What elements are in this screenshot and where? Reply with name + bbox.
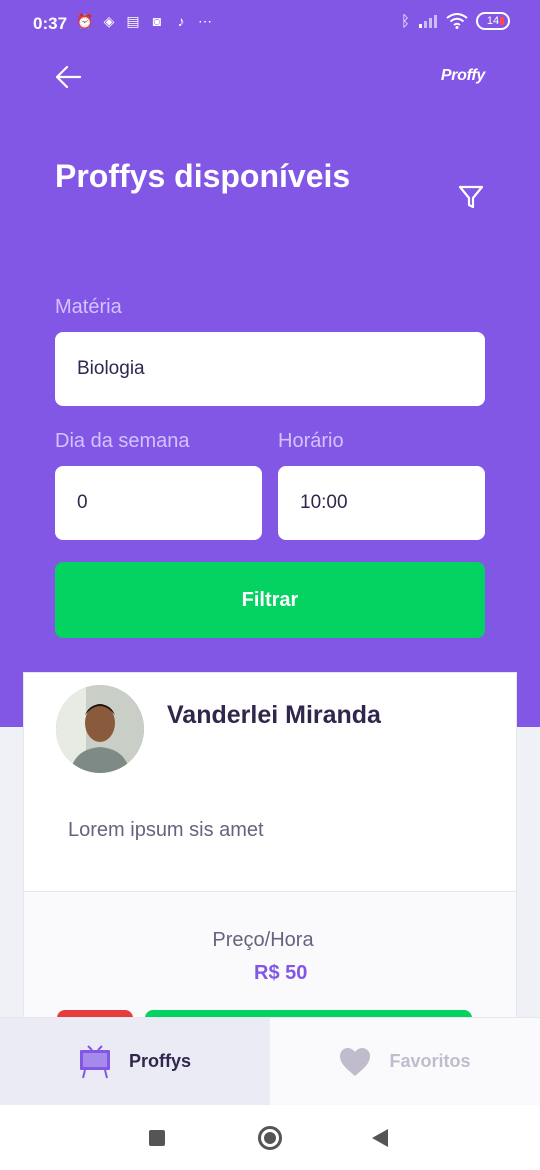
price-label-text: Preço/Hora (212, 929, 314, 951)
tab-proffys[interactable]: Proffys (0, 1018, 270, 1105)
battery-indicator: 14 (476, 12, 510, 30)
news-icon: ▤ (126, 13, 140, 29)
heart-icon (340, 1047, 371, 1076)
back-arrow-icon[interactable] (54, 64, 82, 90)
more-icon: ⋯ (198, 13, 212, 29)
time-label: Horário (278, 430, 344, 452)
teacher-bio: Lorem ipsum sis amet (68, 819, 264, 841)
signal-icon (419, 15, 437, 28)
tab-bar: Proffys Favoritos (0, 1017, 540, 1105)
filter-icon[interactable] (458, 184, 484, 210)
tv-icon (79, 1044, 110, 1078)
alarm-icon: ⏰ (76, 13, 94, 29)
filter-submit-button[interactable]: Filtrar (55, 562, 485, 638)
tiktok-icon: ♪ (177, 13, 185, 29)
card-footer: Preço/Hora R$ 50 (24, 891, 516, 1031)
system-icons: ᛒ 14 (401, 12, 510, 30)
teacher-name: Vanderlei Miranda (167, 701, 381, 729)
subject-input[interactable]: Biologia (55, 332, 485, 406)
shield-icon: ◈ (103, 13, 115, 29)
avatar (56, 685, 144, 773)
week-day-input[interactable]: 0 (55, 466, 262, 540)
status-bar: 0:37 ⏰ ◈ ▤ ◙ ♪ ⋯ ᛒ 14 (0, 0, 540, 48)
teacher-card: Vanderlei Miranda Lorem ipsum sis amet P… (23, 672, 517, 1032)
wifi-icon (446, 13, 468, 29)
brand-logo: Proffy (440, 67, 485, 84)
tab-favoritos[interactable]: Favoritos (270, 1018, 540, 1105)
tab-favoritos-label: Favoritos (389, 1051, 471, 1071)
notification-icons: ⏰ ◈ ▤ ◙ ♪ ⋯ (76, 12, 214, 30)
system-nav-bar (0, 1105, 540, 1170)
price-value: R$ 50 (254, 962, 308, 984)
page-title: Proffys disponíveis (55, 158, 351, 194)
week-day-label: Dia da semana (55, 430, 190, 452)
bluetooth-icon: ᛒ (400, 12, 410, 30)
home-button[interactable] (258, 1126, 282, 1150)
time-input[interactable]: 10:00 (278, 466, 485, 540)
tab-proffys-label: Proffys (128, 1051, 191, 1071)
game-icon: ◙ (152, 13, 162, 29)
price-label: Preço/Hora (24, 929, 516, 952)
status-time: 0:37 (33, 14, 68, 33)
system-back-button[interactable] (372, 1129, 388, 1147)
subject-label: Matéria (55, 296, 122, 318)
recent-apps-button[interactable] (149, 1130, 165, 1146)
